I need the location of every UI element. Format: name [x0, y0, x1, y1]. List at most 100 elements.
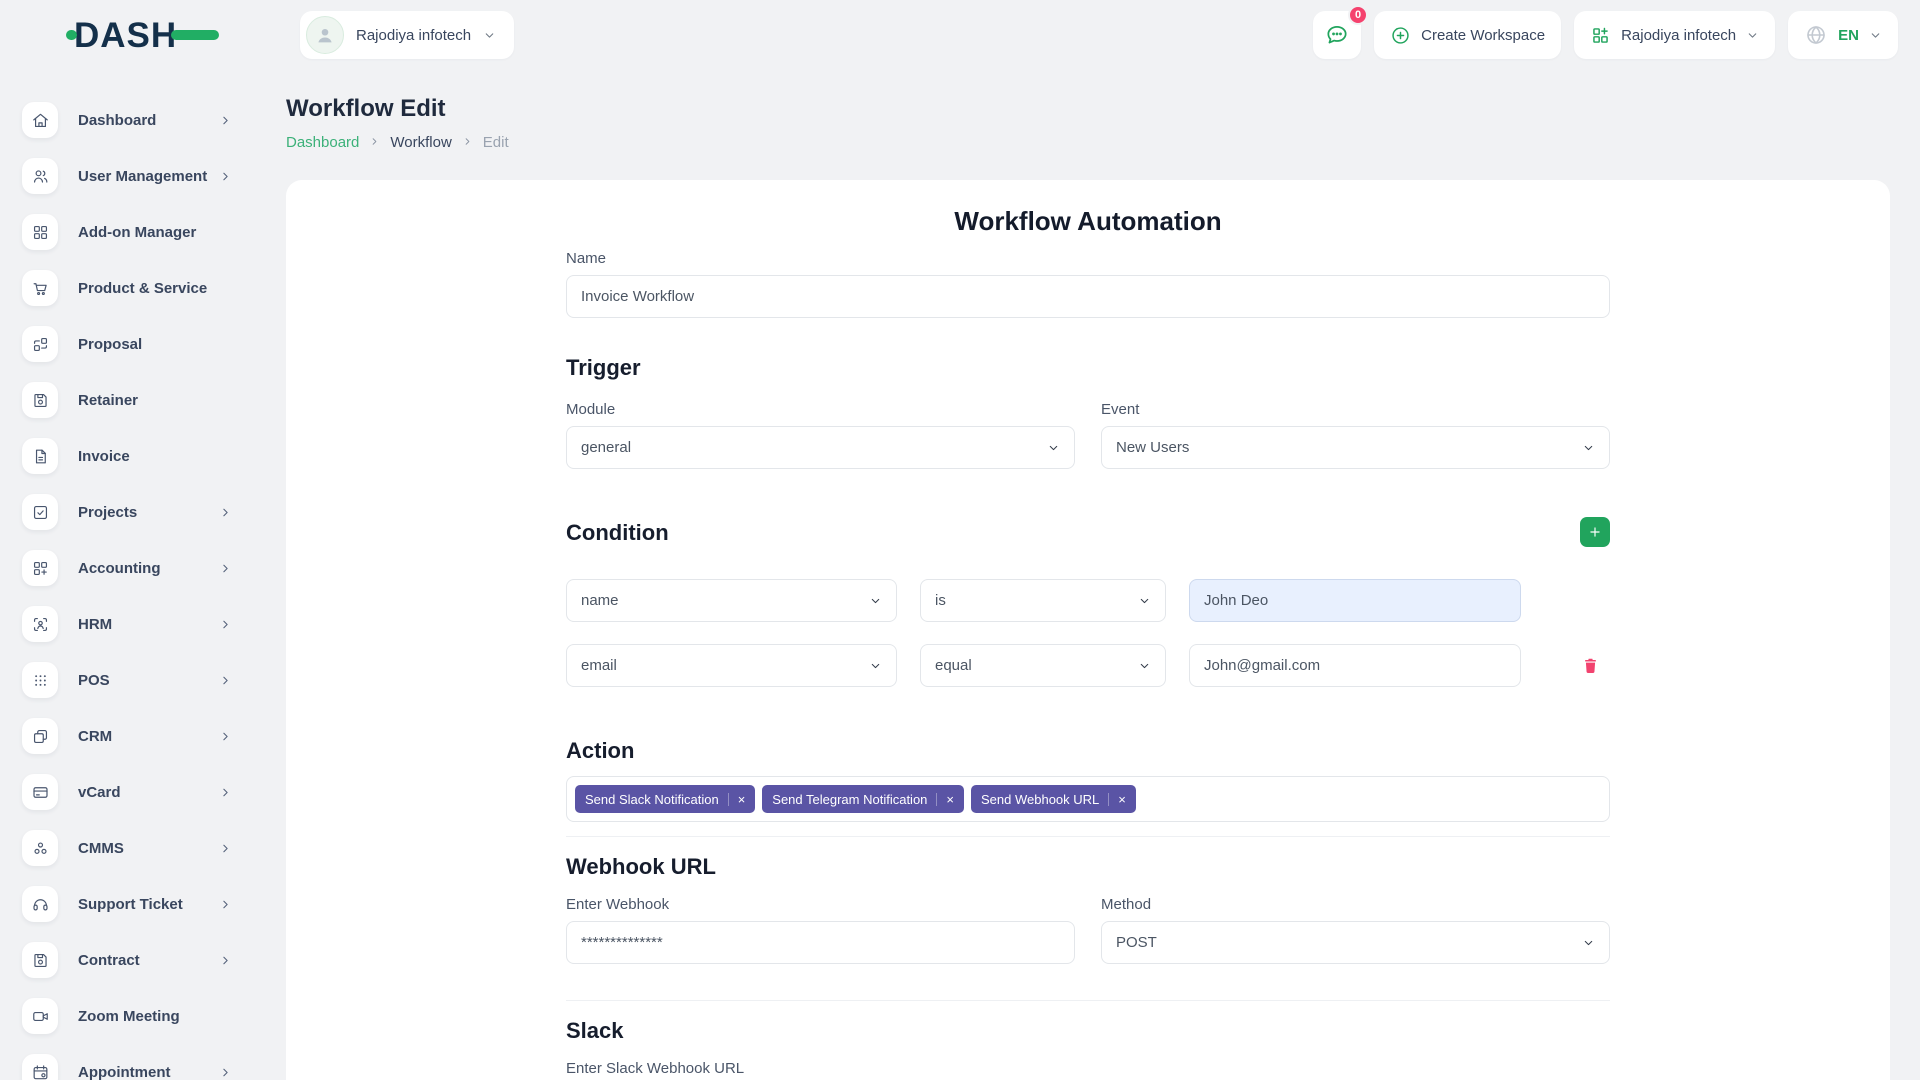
grid-add-icon [22, 550, 58, 586]
sidebar-item-label: Dashboard [78, 112, 156, 129]
remove-tag-icon[interactable]: × [1108, 793, 1126, 806]
chevron-right-icon [462, 134, 473, 151]
messages-button[interactable]: 0 [1313, 11, 1361, 59]
chevron-right-icon [219, 618, 232, 631]
remove-tag-icon[interactable]: × [936, 793, 954, 806]
sidebar-item-hrm[interactable]: HRM [0, 596, 282, 652]
method-select[interactable]: POST [1101, 921, 1610, 964]
workspace-selector[interactable]: Rajodiya infotech [300, 11, 514, 59]
chevron-right-icon [369, 134, 380, 151]
sidebar-item-proposal[interactable]: Proposal [0, 316, 282, 372]
sidebar-item-label: Zoom Meeting [78, 1008, 180, 1025]
action-tags-input[interactable]: Send Slack Notification× Send Telegram N… [566, 776, 1610, 822]
condition-field-value: name [581, 592, 619, 609]
create-workspace-button[interactable]: Create Workspace [1374, 11, 1561, 59]
language-label: EN [1838, 27, 1859, 44]
sidebar-item-contract[interactable]: Contract [0, 932, 282, 988]
condition-field-select[interactable]: email [566, 644, 897, 687]
main-content: Workflow Edit Dashboard Workflow Edit Wo… [282, 70, 1920, 1080]
sidebar-item-invoice[interactable]: Invoice [0, 428, 282, 484]
sidebar-item-crm[interactable]: CRM [0, 708, 282, 764]
action-heading: Action [566, 737, 1610, 764]
event-select[interactable]: New Users [1101, 426, 1610, 469]
condition-operator-value: equal [935, 657, 972, 674]
users-icon [22, 158, 58, 194]
name-input[interactable] [566, 275, 1610, 318]
floppy-icon [22, 382, 58, 418]
condition-operator-select[interactable]: is [920, 579, 1166, 622]
sidebar-item-label: CMMS [78, 840, 124, 857]
sidebar-item-product-service[interactable]: Product & Service [0, 260, 282, 316]
form-heading: Workflow Automation [566, 204, 1610, 238]
language-selector[interactable]: EN [1788, 11, 1898, 59]
sidebar-item-dashboard[interactable]: Dashboard [0, 92, 282, 148]
sidebar-item-label: Invoice [78, 448, 130, 465]
breadcrumb-dashboard-link[interactable]: Dashboard [286, 134, 359, 151]
messages-count-badge: 0 [1348, 5, 1368, 25]
sidebar-item-retainer[interactable]: Retainer [0, 372, 282, 428]
chevron-down-icon [483, 29, 496, 42]
delete-condition-button[interactable] [1581, 656, 1600, 675]
workspace-switcher[interactable]: Rajodiya infotech [1574, 11, 1775, 59]
chevron-right-icon [219, 1066, 232, 1079]
home-icon [22, 102, 58, 138]
trigger-heading: Trigger [566, 354, 1610, 381]
file-icon [22, 438, 58, 474]
person-icon [314, 24, 336, 46]
dots-grid-icon [22, 662, 58, 698]
remove-tag-icon[interactable]: × [728, 793, 746, 806]
condition-section: Condition name is email equal [566, 517, 1610, 687]
chevron-down-icon [869, 659, 882, 672]
action-tag-send-webhook-url: Send Webhook URL× [971, 785, 1136, 813]
sidebar-item-label: Proposal [78, 336, 142, 353]
sidebar-item-add-on-manager[interactable]: Add-on Manager [0, 204, 282, 260]
condition-field-select[interactable]: name [566, 579, 897, 622]
event-group: Event New Users [1101, 401, 1610, 469]
section-divider [566, 836, 1610, 837]
sidebar-item-label: Retainer [78, 392, 138, 409]
circles-icon [22, 830, 58, 866]
overlap-icon [22, 718, 58, 754]
workflow-card: Workflow Automation Name Trigger Module … [286, 180, 1890, 1080]
chevron-down-icon [1138, 594, 1151, 607]
sidebar-item-accounting[interactable]: Accounting [0, 540, 282, 596]
condition-operator-select[interactable]: equal [920, 644, 1166, 687]
sidebar-item-support-ticket[interactable]: Support Ticket [0, 876, 282, 932]
sidebar-item-pos[interactable]: POS [0, 652, 282, 708]
brand-logo[interactable]: DASH [66, 18, 219, 53]
chevron-right-icon [219, 842, 232, 855]
proposal-icon [22, 326, 58, 362]
grid-plus-icon [1590, 25, 1611, 46]
chevron-down-icon [1138, 659, 1151, 672]
sidebar-item-user-management[interactable]: User Management [0, 148, 282, 204]
condition-operator-value: is [935, 592, 946, 609]
sidebar-item-label: Contract [78, 952, 140, 969]
sidebar-item-cmms[interactable]: CMMS [0, 820, 282, 876]
add-condition-button[interactable] [1580, 517, 1610, 547]
chevron-down-icon [1582, 441, 1595, 454]
sidebar-item-label: User Management [78, 168, 207, 185]
breadcrumb-workflow[interactable]: Workflow [390, 134, 451, 151]
sidebar-item-appointment[interactable]: Appointment [0, 1044, 282, 1080]
chevron-right-icon [219, 898, 232, 911]
webhook-url-input[interactable] [566, 921, 1075, 964]
globe-icon [1804, 23, 1828, 47]
condition-heading: Condition [566, 519, 669, 546]
sidebar-item-label: vCard [78, 784, 121, 801]
method-label: Method [1101, 896, 1610, 913]
sidebar-item-vcard[interactable]: vCard [0, 764, 282, 820]
check-square-icon [22, 494, 58, 530]
floppy-icon [22, 942, 58, 978]
breadcrumb: Dashboard Workflow Edit [286, 132, 1890, 152]
condition-value-input[interactable] [1189, 579, 1521, 622]
sidebar-item-projects[interactable]: Projects [0, 484, 282, 540]
topbar: DASH Rajodiya infotech 0 [0, 0, 1920, 70]
sidebar-item-label: Accounting [78, 560, 161, 577]
grid-icon [22, 214, 58, 250]
sidebar-item-zoom-meeting[interactable]: Zoom Meeting [0, 988, 282, 1044]
condition-value-input[interactable] [1189, 644, 1521, 687]
name-section: Name [566, 250, 1610, 318]
enter-slack-webhook-label: Enter Slack Webhook URL [566, 1060, 1610, 1077]
module-label: Module [566, 401, 1075, 418]
module-select[interactable]: general [566, 426, 1075, 469]
